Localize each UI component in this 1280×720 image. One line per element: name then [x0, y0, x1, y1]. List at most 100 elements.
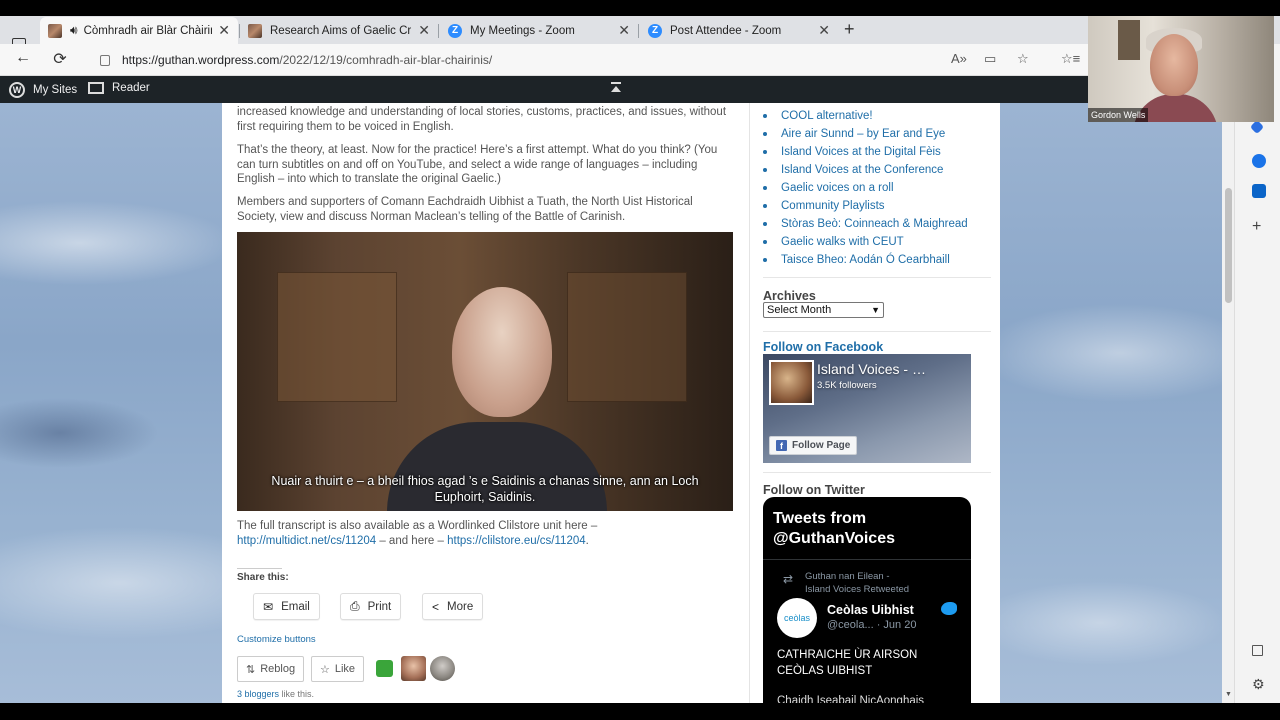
list-item[interactable]: Aire air Sunnd – by Ear and Eye: [763, 128, 945, 140]
site-favicon-icon: [48, 23, 62, 38]
video-frame: [277, 272, 397, 402]
list-item[interactable]: Community Playlists: [763, 200, 885, 212]
list-item[interactable]: Island Voices at the Digital Fèis: [763, 146, 941, 158]
video-subtitle: Nuair a thuirt e – a bheil fhios agad ’s…: [237, 474, 733, 505]
list-item-label: Island Voices at the Digital Fèis: [781, 146, 941, 158]
facebook-heading[interactable]: Follow on Facebook: [763, 340, 883, 354]
close-tab-icon[interactable]: ✕: [818, 22, 830, 39]
reblog-label: Reblog: [260, 663, 296, 675]
post-paragraph-2: That’s the theory, at least. Now for the…: [237, 144, 718, 186]
video-frame: [567, 272, 687, 402]
tab-my-meetings[interactable]: Z My Meetings - Zoom ✕: [440, 17, 638, 44]
webcam-overlay: Gordon Wells: [1088, 16, 1274, 122]
list-item[interactable]: COOL alternative!: [763, 110, 873, 122]
facebook-page-avatar[interactable]: [769, 360, 814, 405]
facebook-page-name[interactable]: Island Voices - …: [817, 361, 926, 377]
share-print-button[interactable]: ⎙ Print: [340, 593, 402, 620]
sidebar-divider: [763, 277, 991, 278]
video-player[interactable]: Nuair a thuirt e – a bheil fhios agad ’s…: [237, 232, 733, 511]
gear-icon[interactable]: ⚙: [1252, 677, 1266, 691]
new-tab-button[interactable]: +: [844, 19, 855, 40]
outlook-icon[interactable]: [1252, 184, 1266, 198]
zoom-icon: Z: [648, 23, 662, 38]
tab-label: Post Attendee - Zoom: [670, 24, 782, 37]
twitter-bird-icon[interactable]: [941, 602, 957, 615]
refresh-button[interactable]: ⟳: [49, 49, 71, 69]
bloggers-link[interactable]: 3 bloggers: [237, 689, 279, 699]
close-tab-icon[interactable]: ✕: [418, 22, 430, 39]
bullet-icon: [763, 240, 767, 244]
transcript-paragraph: The full transcript is also available as…: [237, 519, 737, 551]
diamond-icon[interactable]: [1249, 119, 1265, 135]
bottom-black-strip: [0, 703, 1280, 720]
facebook-follow-button[interactable]: f Follow Page: [769, 436, 858, 455]
multidict-link[interactable]: http://multidict.net/cs/11204: [237, 535, 376, 547]
archives-select[interactable]: Select Month ▼: [763, 302, 884, 318]
share-more-button[interactable]: < More: [422, 593, 484, 620]
tweet-text: CATHRAICHE ÙR AIRSON CEÒLAS UIBHIST: [777, 649, 918, 677]
favorites-icon[interactable]: ☆≡: [1061, 51, 1080, 67]
page-scrollbar[interactable]: ▼: [1222, 103, 1234, 703]
bullet-icon: [763, 222, 767, 226]
clilstore-link[interactable]: https://clilstore.eu/cs/11204: [447, 535, 586, 547]
site-favicon-icon: [248, 23, 262, 38]
facebook-page-widget[interactable]: Island Voices - … 3.5K followers f Follo…: [763, 354, 971, 463]
chevron-down-icon: ▼: [871, 305, 880, 315]
list-item-label: Community Playlists: [781, 200, 885, 212]
share-print-label: Print: [367, 600, 392, 613]
sidebar-divider: [763, 472, 991, 473]
favorite-star-icon[interactable]: ☆: [1017, 51, 1029, 67]
close-tab-icon[interactable]: ✕: [618, 22, 630, 39]
twitter-timeline-widget[interactable]: Tweets from @GuthanVoices ⇄ Guthan nan E…: [763, 497, 971, 707]
copilot-icon[interactable]: [1252, 154, 1266, 168]
wp-admin-bar: W My Sites Reader: [0, 76, 1088, 103]
reader-icon: [88, 82, 104, 94]
twitter-timeline-title[interactable]: Tweets from @GuthanVoices: [773, 509, 963, 549]
share-email-label: Email: [281, 600, 310, 613]
close-tab-icon[interactable]: ✕: [218, 22, 230, 39]
my-sites-label: My Sites: [33, 84, 78, 96]
archives-heading: Archives: [763, 289, 816, 303]
my-sites-button[interactable]: W My Sites: [9, 82, 77, 98]
scrollbar-thumb[interactable]: [1225, 188, 1232, 303]
address-input[interactable]: https://guthan.wordpress.com /2022/12/19…: [98, 49, 978, 71]
reader-button[interactable]: Reader: [88, 82, 150, 94]
list-item[interactable]: Island Voices at the Conference: [763, 164, 943, 176]
transcript-prefix: The full transcript is also available as…: [237, 520, 598, 532]
tab-comhradh[interactable]: 🔊︎ Còmhradh air Blàr Chàirinis ✕: [40, 17, 238, 44]
tab-separator: [438, 24, 439, 38]
avatar[interactable]: [372, 656, 397, 681]
collapse-bar-icon[interactable]: [611, 82, 621, 94]
list-item-label: COOL alternative!: [781, 110, 873, 122]
list-item-label: Island Voices at the Conference: [781, 164, 944, 176]
avatar[interactable]: [430, 656, 455, 681]
reader-view-icon[interactable]: ▭: [984, 51, 996, 67]
add-icon[interactable]: +: [1252, 219, 1266, 235]
back-button[interactable]: ←: [12, 49, 34, 67]
url-path: /2022/12/19/comhradh-air-blar-chairinis/: [279, 53, 493, 67]
list-item[interactable]: Gaelic walks with CEUT: [763, 236, 904, 248]
list-item[interactable]: Gaelic voices on a roll: [763, 182, 894, 194]
tweet-handle[interactable]: @ceola... · Jun 20: [827, 619, 916, 631]
tweet-username[interactable]: Ceòlas Uibhist: [827, 603, 914, 617]
tweet-avatar[interactable]: ceòlas: [777, 598, 817, 638]
customize-buttons-link[interactable]: Customize buttons: [237, 634, 316, 645]
scroll-down-arrow-icon[interactable]: ▼: [1225, 691, 1232, 698]
speaker-icon[interactable]: 🔊︎: [70, 23, 78, 38]
edge-sidebar: + ⚙: [1234, 44, 1280, 703]
tab-research-aims[interactable]: Research Aims of Gaelic Crisis in ✕: [240, 17, 438, 44]
list-item[interactable]: Taisce Bheo: Aodán Ó Cearbhaill: [763, 254, 950, 266]
reblog-button[interactable]: ⇅ Reblog: [237, 656, 305, 682]
read-aloud-icon[interactable]: A»: [951, 51, 967, 66]
transcript-mid: – and here –: [376, 534, 448, 547]
tab-post-attendee[interactable]: Z Post Attendee - Zoom ✕: [640, 17, 838, 44]
avatar[interactable]: [401, 656, 426, 681]
split-panel-icon[interactable]: [1252, 645, 1263, 656]
facebook-followers: 3.5K followers: [817, 380, 877, 391]
list-item[interactable]: Stòras Beò: Coinneach & Maighread: [763, 218, 968, 230]
bloggers-like-text: 3 bloggers like this.: [237, 689, 314, 699]
archives-select-value: Select Month: [767, 304, 832, 316]
like-button[interactable]: ☆ Like: [311, 656, 365, 682]
share-email-button[interactable]: ✉ Email: [253, 593, 320, 620]
bloggers-suffix: like this.: [279, 689, 315, 699]
